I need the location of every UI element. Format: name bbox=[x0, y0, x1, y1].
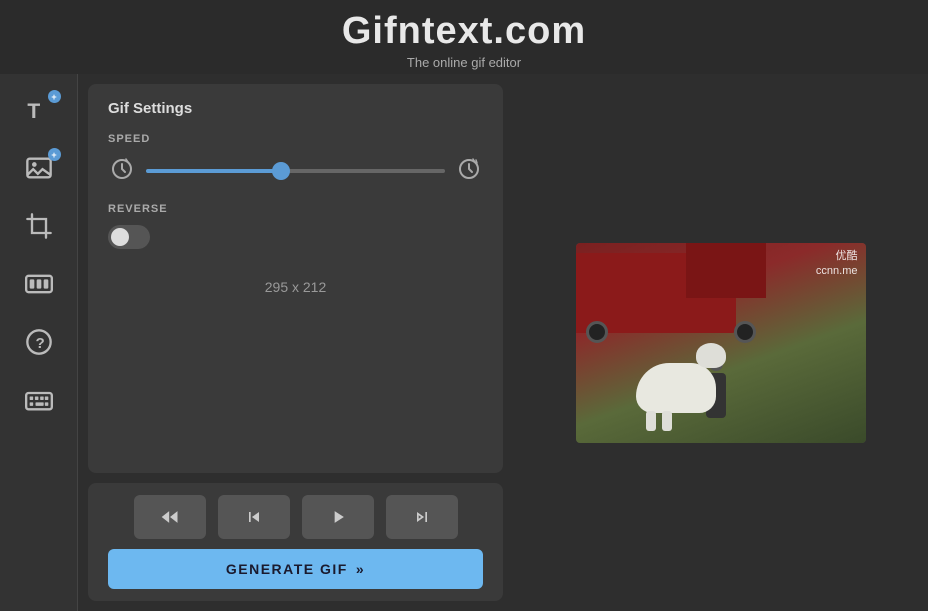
speed-row bbox=[108, 155, 483, 183]
settings-card: Gif Settings SPEED bbox=[88, 84, 503, 473]
next-frame-icon bbox=[412, 507, 432, 527]
generate-gif-icon: » bbox=[356, 561, 365, 577]
gif-watermark: 优酷 ccnn.me bbox=[816, 249, 858, 280]
generate-gif-label: GENERATE GIF bbox=[226, 561, 348, 577]
center-panel: Gif Settings SPEED bbox=[78, 74, 513, 611]
right-panel: 优酷 ccnn.me bbox=[513, 74, 928, 611]
sidebar-item-trim[interactable] bbox=[11, 258, 67, 310]
toggle-knob bbox=[111, 228, 129, 246]
rewind-button[interactable] bbox=[134, 495, 206, 539]
truck-wheel1 bbox=[586, 321, 608, 343]
slow-speed-icon bbox=[108, 155, 136, 183]
truck-cabin bbox=[686, 243, 766, 298]
dog-shape bbox=[636, 363, 716, 413]
speed-slider-container bbox=[146, 160, 445, 178]
speed-slider[interactable] bbox=[146, 169, 445, 173]
dog-head bbox=[696, 343, 726, 368]
site-title: Gifntext.com bbox=[0, 10, 928, 53]
gif-preview: 优酷 ccnn.me bbox=[576, 243, 866, 443]
help-icon: ? bbox=[25, 328, 53, 356]
crop-icon bbox=[25, 212, 53, 240]
reverse-toggle[interactable] bbox=[108, 225, 150, 249]
svg-text:T: T bbox=[27, 100, 40, 123]
sidebar-item-crop[interactable] bbox=[11, 200, 67, 252]
reverse-label: REVERSE bbox=[108, 203, 483, 215]
keyboard-icon bbox=[25, 386, 53, 414]
play-icon bbox=[328, 507, 348, 527]
header: Gifntext.com The online gif editor bbox=[0, 0, 928, 74]
rewind-icon bbox=[160, 507, 180, 527]
play-button[interactable] bbox=[302, 495, 374, 539]
add-text-plus-badge: + bbox=[48, 90, 61, 103]
speed-label: SPEED bbox=[108, 133, 483, 145]
svg-text:?: ? bbox=[35, 335, 44, 352]
fast-speed-icon bbox=[455, 155, 483, 183]
dog-leg2 bbox=[662, 411, 672, 431]
settings-title: Gif Settings bbox=[108, 100, 483, 117]
site-subtitle: The online gif editor bbox=[0, 55, 928, 70]
next-frame-button[interactable] bbox=[386, 495, 458, 539]
controls-row bbox=[108, 495, 483, 539]
trim-icon bbox=[25, 270, 53, 298]
main-layout: T + + bbox=[0, 74, 928, 611]
sidebar-item-add-image[interactable]: + bbox=[11, 142, 67, 194]
sidebar-item-help[interactable]: ? bbox=[11, 316, 67, 368]
reverse-section: REVERSE bbox=[108, 203, 483, 249]
sidebar-item-keyboard[interactable] bbox=[11, 374, 67, 426]
prev-frame-icon bbox=[244, 507, 264, 527]
dog-leg1 bbox=[646, 411, 656, 431]
playback-controls: GENERATE GIF » bbox=[88, 483, 503, 601]
sidebar-item-add-text[interactable]: T + bbox=[11, 84, 67, 136]
truck-wheel2 bbox=[734, 321, 756, 343]
watermark-line1: 优酷 bbox=[816, 249, 858, 264]
add-image-plus-badge: + bbox=[48, 148, 61, 161]
toggle-container bbox=[108, 225, 483, 249]
truck-shape bbox=[576, 253, 736, 333]
prev-frame-button[interactable] bbox=[218, 495, 290, 539]
generate-gif-button[interactable]: GENERATE GIF » bbox=[108, 549, 483, 589]
watermark-line2: ccnn.me bbox=[816, 264, 858, 279]
gif-preview-inner: 优酷 ccnn.me bbox=[576, 243, 866, 443]
dimensions-text: 295 x 212 bbox=[108, 279, 483, 295]
sidebar: T + + bbox=[0, 74, 78, 611]
